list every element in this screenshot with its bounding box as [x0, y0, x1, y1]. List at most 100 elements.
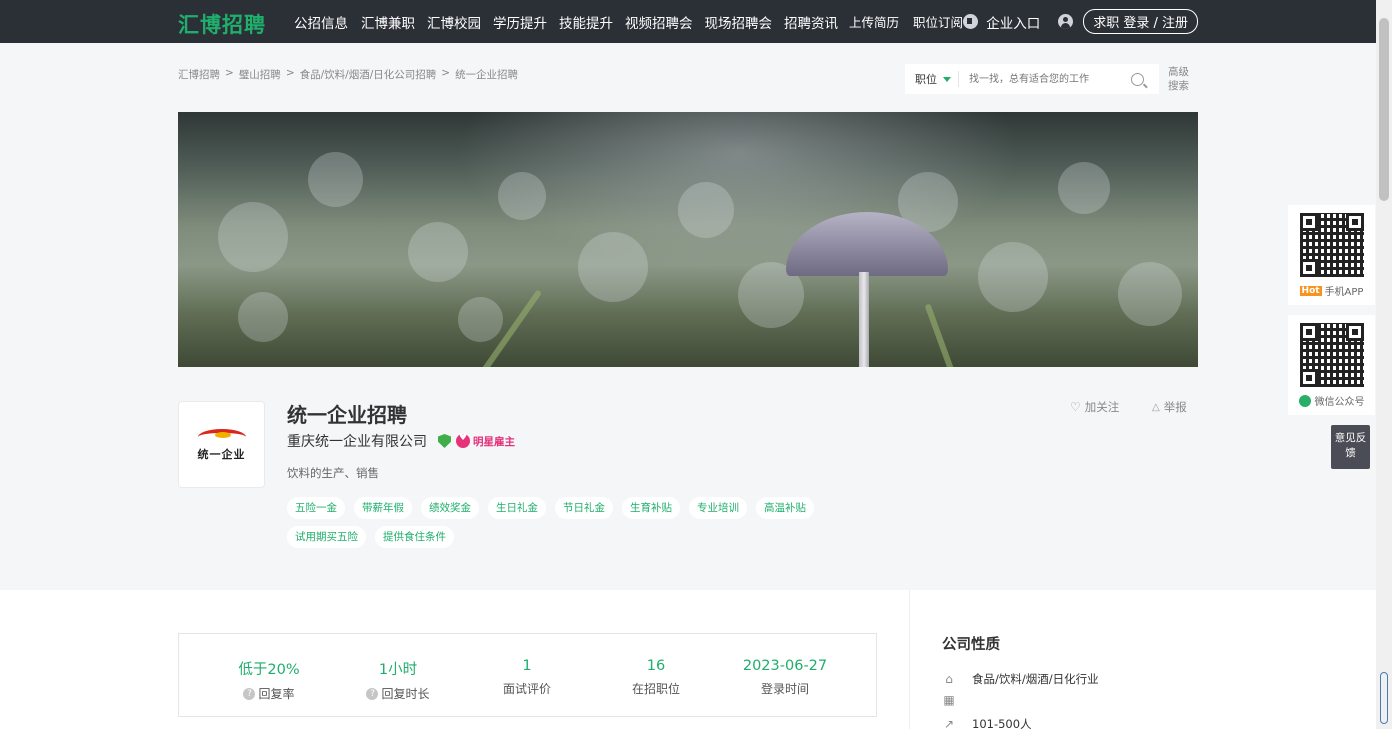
nav-link-video-fair[interactable]: 视频招聘会 — [625, 12, 693, 32]
benefit-tag: 提供食住条件 — [375, 526, 454, 548]
company-nature-title: 公司性质 — [942, 637, 1000, 653]
feedback-button[interactable]: 意见反馈 — [1331, 425, 1370, 469]
follow-label: 加关注 — [1084, 400, 1120, 414]
benefit-tag: 生日礼金 — [488, 497, 546, 519]
heart-icon: ♡ — [1070, 400, 1081, 414]
hot-badge: Hot — [1299, 285, 1322, 296]
report-button[interactable]: △ 举报 — [1152, 399, 1187, 415]
stat-value: 16 — [646, 658, 666, 674]
top-navbar: 汇博招聘 公招信息 汇博兼职 汇博校园 学历提升 技能提升 视频招聘会 现场招聘… — [0, 0, 1376, 43]
app-label: 手机APP — [1324, 287, 1364, 298]
company-logo-text: 统一企业 — [197, 448, 246, 461]
benefit-tags: 五险一金 带薪年假 绩效奖金 生日礼金 节日礼金 生育补贴 专业培训 高温补贴 … — [287, 497, 907, 555]
industry-value: 食品/饮料/烟酒/日化行业 — [972, 672, 1099, 686]
site-logo[interactable]: 汇博招聘 — [178, 9, 266, 39]
wechat-qr-code — [1299, 323, 1364, 387]
follow-button[interactable]: ♡ 加关注 — [1070, 399, 1119, 415]
stat-value: 2023-06-27 — [742, 658, 828, 674]
column-divider — [909, 590, 910, 729]
company-name-row: 重庆统一企业有限公司 明星雇主 — [287, 431, 515, 451]
nav-link-public-jobs[interactable]: 公招信息 — [294, 12, 348, 32]
stat-open-positions[interactable]: 16 在招职位 — [596, 658, 716, 697]
app-qr-card[interactable]: Hot 手机APP — [1288, 205, 1375, 305]
verified-shield-icon — [438, 434, 451, 448]
breadcrumb-separator: > — [285, 67, 295, 79]
job-search-bar: 职位 — [905, 64, 1159, 94]
search-icon[interactable] — [1131, 72, 1144, 86]
breadcrumb-separator: > — [225, 67, 234, 79]
star-employer-label: 明星雇主 — [473, 435, 515, 448]
company-banner-image — [178, 112, 1198, 367]
login-register-button[interactable]: 求职 登录 / 注册 — [1083, 9, 1198, 34]
mushroom-stem — [859, 272, 869, 367]
benefit-tag: 生育补贴 — [622, 497, 680, 519]
nav-link-parttime[interactable]: 汇博兼职 — [361, 12, 415, 32]
company-logo-mark — [195, 427, 249, 443]
benefit-tag: 试用期买五险 — [287, 526, 366, 548]
wechat-label: 微信公众号 — [1314, 397, 1365, 408]
search-type-select[interactable]: 职位 — [905, 71, 959, 87]
enterprise-icon — [963, 14, 979, 29]
stat-label: 在招职位 — [631, 682, 680, 696]
main-nav: 公招信息 汇博兼职 汇博校园 学历提升 技能提升 视频招聘会 现场招聘会 招聘资… — [294, 0, 963, 43]
enterprise-entry[interactable]: 企业入口 — [963, 12, 1040, 32]
breadcrumb-item[interactable]: 汇博招聘 — [178, 67, 220, 82]
nav-link-news[interactable]: 招聘资讯 — [784, 12, 838, 32]
star-employer-badge: 明星雇主 — [456, 433, 515, 449]
star-employer-icon — [456, 433, 470, 448]
stat-label: 回复率 — [258, 687, 295, 701]
stat-value: 1 — [522, 658, 532, 674]
stat-reply-time: 1小时 ? 回复时长 — [338, 658, 458, 702]
stat-label: 登录时间 — [760, 682, 809, 696]
stat-value: 1小时 — [378, 662, 418, 678]
benefit-tag: 带薪年假 — [354, 497, 412, 519]
scrollbar-thumb[interactable] — [1379, 18, 1389, 201]
warning-icon: △ — [1152, 401, 1160, 413]
wechat-icon — [1298, 394, 1311, 407]
bank-icon: ⌂ — [945, 672, 953, 686]
company-type-row: ▦ — [942, 693, 972, 707]
benefit-tag: 五险一金 — [287, 497, 345, 519]
industry-row: ⌂ 食品/饮料/烟酒/日化行业 — [942, 671, 1099, 687]
breadcrumb-item-current: 统一企业招聘 — [455, 69, 519, 81]
grid-icon: ▦ — [943, 693, 955, 707]
wechat-qr-card[interactable]: 微信公众号 — [1288, 315, 1375, 415]
stat-reply-rate: 低于20% ? 回复率 — [209, 658, 329, 702]
chevron-down-icon — [943, 76, 951, 82]
company-logo: 统一企业 — [178, 401, 265, 488]
nav-link-subscribe[interactable]: 职位订阅 — [913, 12, 963, 31]
scroll-indicator — [1380, 672, 1388, 724]
nav-link-onsite-fair[interactable]: 现场招聘会 — [705, 12, 773, 32]
search-input[interactable] — [959, 65, 1127, 93]
breadcrumb: 汇博招聘 > 璧山招聘 > 食品/饮料/烟酒/日化公司招聘 > 统一企业招聘 — [178, 67, 518, 82]
company-size-row: ↗ 101-500人 — [942, 716, 1032, 729]
report-label: 举报 — [1163, 400, 1187, 414]
nav-link-upload-resume[interactable]: 上传简历 — [849, 12, 899, 31]
advanced-search-link[interactable]: 高级搜索 — [1168, 65, 1192, 93]
chart-icon: ↗ — [943, 717, 955, 729]
nav-link-skills[interactable]: 技能提升 — [559, 12, 613, 32]
stat-interview-reviews[interactable]: 1 面试评价 — [467, 658, 587, 697]
help-icon[interactable]: ? — [243, 687, 256, 700]
benefit-tag: 绩效奖金 — [421, 497, 479, 519]
enterprise-label: 企业入口 — [986, 15, 1041, 32]
benefit-tag: 高温补贴 — [756, 497, 814, 519]
company-size-value: 101-500人 — [972, 717, 1032, 729]
nav-link-campus[interactable]: 汇博校园 — [427, 12, 481, 32]
benefit-tag: 专业培训 — [689, 497, 747, 519]
user-icon — [1058, 14, 1074, 29]
app-qr-code — [1299, 213, 1364, 277]
page-scrollbar[interactable] — [1376, 0, 1392, 729]
nav-link-education[interactable]: 学历提升 — [493, 12, 547, 32]
benefit-tag: 节日礼金 — [555, 497, 613, 519]
stat-label: 回复时长 — [381, 687, 430, 701]
stat-value: 低于20% — [238, 662, 300, 678]
company-description: 饮料的生产、销售 — [287, 466, 379, 480]
breadcrumb-item[interactable]: 璧山招聘 — [239, 67, 281, 82]
help-icon[interactable]: ? — [366, 687, 379, 700]
company-stats-panel: 低于20% ? 回复率 1小时 ? 回复时长 1 面试评价 16 在招职位 2023… — [178, 633, 877, 717]
stat-label: 面试评价 — [502, 682, 551, 696]
breadcrumb-item[interactable]: 食品/饮料/烟酒/日化公司招聘 — [300, 67, 437, 82]
breadcrumb-separator: > — [441, 67, 451, 79]
stat-last-login: 2023-06-27 登录时间 — [725, 658, 845, 697]
